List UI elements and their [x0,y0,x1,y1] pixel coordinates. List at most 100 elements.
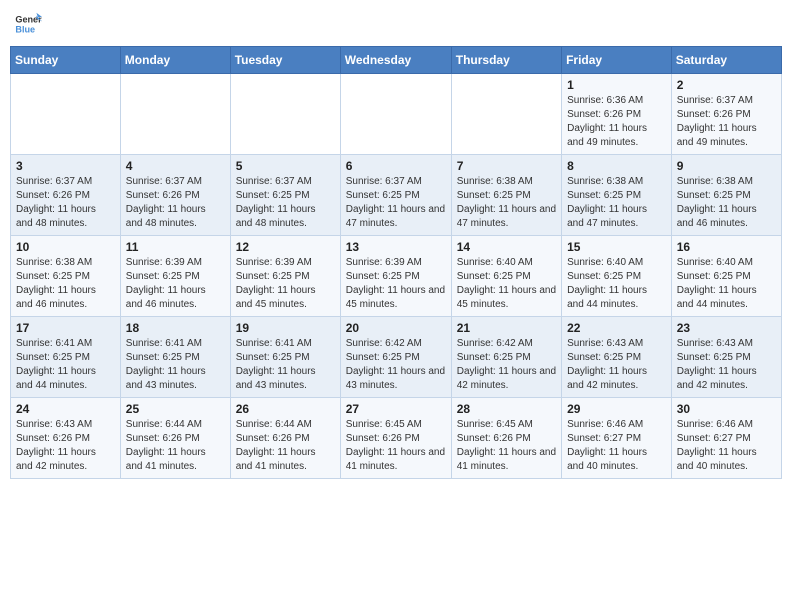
calendar-cell: 14 Sunrise: 6:40 AM Sunset: 6:25 PM Dayli… [451,236,561,317]
day-info: Sunrise: 6:41 AM Sunset: 6:25 PM Dayligh… [126,337,225,393]
day-number: 3 [16,159,115,173]
day-info: Sunrise: 6:46 AM Sunset: 6:27 PM Dayligh… [677,418,776,474]
calendar-cell [120,74,230,155]
header-day-thursday: Thursday [451,47,561,74]
calendar-cell: 6 Sunrise: 6:37 AM Sunset: 6:25 PM Daylig… [340,155,451,236]
day-info: Sunrise: 6:43 AM Sunset: 6:26 PM Dayligh… [16,418,115,474]
calendar-cell: 9 Sunrise: 6:38 AM Sunset: 6:25 PM Daylig… [671,155,781,236]
day-info: Sunrise: 6:45 AM Sunset: 6:26 PM Dayligh… [457,418,556,474]
day-number: 4 [126,159,225,173]
day-number: 17 [16,321,115,335]
header-day-tuesday: Tuesday [230,47,340,74]
calendar-cell: 10 Sunrise: 6:38 AM Sunset: 6:25 PM Dayli… [11,236,121,317]
calendar-cell: 16Sunrise: 6:40 AM Sunset: 6:25 PM Dayli… [671,236,781,317]
header-day-friday: Friday [562,47,672,74]
calendar-cell: 12 Sunrise: 6:39 AM Sunset: 6:25 PM Dayli… [230,236,340,317]
page-header: General Blue [10,10,782,38]
calendar-week-4: 17 Sunrise: 6:41 AM Sunset: 6:25 PM Dayli… [11,317,782,398]
header-day-wednesday: Wednesday [340,47,451,74]
day-info: Sunrise: 6:39 AM Sunset: 6:25 PM Dayligh… [346,256,446,312]
day-number: 14 [457,240,556,254]
calendar-week-3: 10 Sunrise: 6:38 AM Sunset: 6:25 PM Dayli… [11,236,782,317]
calendar-cell [230,74,340,155]
calendar-week-2: 3 Sunrise: 6:37 AM Sunset: 6:26 PM Daylig… [11,155,782,236]
day-number: 18 [126,321,225,335]
day-info: Sunrise: 6:43 AM Sunset: 6:25 PM Dayligh… [677,337,776,393]
day-info: Sunrise: 6:39 AM Sunset: 6:25 PM Dayligh… [126,256,225,312]
header-day-sunday: Sunday [11,47,121,74]
calendar-cell [340,74,451,155]
day-info: Sunrise: 6:37 AM Sunset: 6:25 PM Dayligh… [236,175,335,231]
header-day-saturday: Saturday [671,47,781,74]
calendar-cell: 2 Sunrise: 6:37 AM Sunset: 6:26 PM Daylig… [671,74,781,155]
day-number: 1 [567,78,666,92]
day-number: 8 [567,159,666,173]
day-number: 12 [236,240,335,254]
calendar-cell: 28 Sunrise: 6:45 AM Sunset: 6:26 PM Dayli… [451,398,561,479]
day-info: Sunrise: 6:41 AM Sunset: 6:25 PM Dayligh… [16,337,115,393]
calendar-cell: 25 Sunrise: 6:44 AM Sunset: 6:26 PM Dayli… [120,398,230,479]
day-number: 28 [457,402,556,416]
day-number: 25 [126,402,225,416]
day-info: Sunrise: 6:37 AM Sunset: 6:25 PM Dayligh… [346,175,446,231]
calendar-table: SundayMondayTuesdayWednesdayThursdayFrid… [10,46,782,479]
day-number: 30 [677,402,776,416]
day-number: 7 [457,159,556,173]
day-info: Sunrise: 6:39 AM Sunset: 6:25 PM Dayligh… [236,256,335,312]
day-number: 2 [677,78,776,92]
calendar-cell: 18 Sunrise: 6:41 AM Sunset: 6:25 PM Dayli… [120,317,230,398]
calendar-cell: 5 Sunrise: 6:37 AM Sunset: 6:25 PM Daylig… [230,155,340,236]
day-info: Sunrise: 6:43 AM Sunset: 6:25 PM Dayligh… [567,337,666,393]
calendar-cell: 11 Sunrise: 6:39 AM Sunset: 6:25 PM Dayli… [120,236,230,317]
day-number: 20 [346,321,446,335]
day-number: 22 [567,321,666,335]
day-info: Sunrise: 6:38 AM Sunset: 6:25 PM Dayligh… [567,175,666,231]
calendar-cell: 8 Sunrise: 6:38 AM Sunset: 6:25 PM Daylig… [562,155,672,236]
calendar-week-5: 24Sunrise: 6:43 AM Sunset: 6:26 PM Dayli… [11,398,782,479]
header-day-monday: Monday [120,47,230,74]
day-number: 16 [677,240,776,254]
day-info: Sunrise: 6:45 AM Sunset: 6:26 PM Dayligh… [346,418,446,474]
calendar-cell: 26Sunrise: 6:44 AM Sunset: 6:26 PM Dayli… [230,398,340,479]
day-info: Sunrise: 6:44 AM Sunset: 6:26 PM Dayligh… [236,418,335,474]
day-info: Sunrise: 6:38 AM Sunset: 6:25 PM Dayligh… [457,175,556,231]
day-info: Sunrise: 6:38 AM Sunset: 6:25 PM Dayligh… [677,175,776,231]
day-info: Sunrise: 6:46 AM Sunset: 6:27 PM Dayligh… [567,418,666,474]
calendar-cell [451,74,561,155]
day-number: 21 [457,321,556,335]
day-info: Sunrise: 6:38 AM Sunset: 6:25 PM Dayligh… [16,256,115,312]
calendar-cell: 13 Sunrise: 6:39 AM Sunset: 6:25 PM Dayli… [340,236,451,317]
day-number: 13 [346,240,446,254]
calendar-cell: 20 Sunrise: 6:42 AM Sunset: 6:25 PM Dayli… [340,317,451,398]
calendar-cell: 21Sunrise: 6:42 AM Sunset: 6:25 PM Dayli… [451,317,561,398]
day-info: Sunrise: 6:40 AM Sunset: 6:25 PM Dayligh… [567,256,666,312]
calendar-cell: 7 Sunrise: 6:38 AM Sunset: 6:25 PM Daylig… [451,155,561,236]
svg-text:Blue: Blue [15,24,35,34]
calendar-cell: 30 Sunrise: 6:46 AM Sunset: 6:27 PM Dayli… [671,398,781,479]
calendar-cell: 3 Sunrise: 6:37 AM Sunset: 6:26 PM Daylig… [11,155,121,236]
day-number: 11 [126,240,225,254]
day-info: Sunrise: 6:37 AM Sunset: 6:26 PM Dayligh… [677,94,776,150]
day-number: 6 [346,159,446,173]
calendar-cell: 23Sunrise: 6:43 AM Sunset: 6:25 PM Dayli… [671,317,781,398]
day-number: 9 [677,159,776,173]
calendar-cell: 29 Sunrise: 6:46 AM Sunset: 6:27 PM Dayli… [562,398,672,479]
calendar-cell: 4 Sunrise: 6:37 AM Sunset: 6:26 PM Daylig… [120,155,230,236]
logo-icon: General Blue [14,10,42,38]
day-number: 29 [567,402,666,416]
calendar-cell: 1 Sunrise: 6:36 AM Sunset: 6:26 PM Daylig… [562,74,672,155]
day-number: 5 [236,159,335,173]
calendar-cell: 24Sunrise: 6:43 AM Sunset: 6:26 PM Dayli… [11,398,121,479]
day-number: 27 [346,402,446,416]
calendar-cell: 27 Sunrise: 6:45 AM Sunset: 6:26 PM Dayli… [340,398,451,479]
calendar-week-1: 1 Sunrise: 6:36 AM Sunset: 6:26 PM Daylig… [11,74,782,155]
calendar-cell: 22 Sunrise: 6:43 AM Sunset: 6:25 PM Dayli… [562,317,672,398]
day-info: Sunrise: 6:37 AM Sunset: 6:26 PM Dayligh… [126,175,225,231]
day-info: Sunrise: 6:40 AM Sunset: 6:25 PM Dayligh… [457,256,556,312]
day-number: 10 [16,240,115,254]
day-number: 15 [567,240,666,254]
day-info: Sunrise: 6:44 AM Sunset: 6:26 PM Dayligh… [126,418,225,474]
day-info: Sunrise: 6:37 AM Sunset: 6:26 PM Dayligh… [16,175,115,231]
day-info: Sunrise: 6:42 AM Sunset: 6:25 PM Dayligh… [346,337,446,393]
day-info: Sunrise: 6:36 AM Sunset: 6:26 PM Dayligh… [567,94,666,150]
